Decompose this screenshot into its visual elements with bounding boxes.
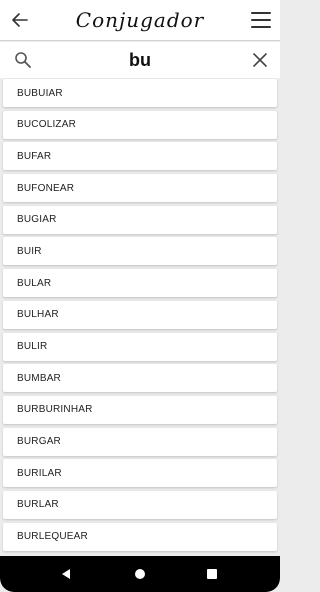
search-input[interactable] [40, 48, 240, 72]
verb-list-item[interactable]: BUMBAR [3, 364, 277, 393]
verb-list-item[interactable]: BURLAR [3, 490, 277, 519]
app-title: Conjugador [75, 8, 205, 32]
verb-list-item[interactable]: BULHAR [3, 300, 277, 329]
search-icon [15, 52, 31, 68]
verb-list-item[interactable]: BUIR [3, 237, 277, 266]
arrow-left-icon[interactable] [8, 8, 32, 32]
triangle-back-icon[interactable] [60, 568, 72, 580]
verb-list-item[interactable]: BURLEQUEAR [3, 522, 277, 551]
verb-list-item[interactable]: BULIR [3, 332, 277, 361]
verb-list-item[interactable]: BUGIAR [3, 205, 277, 234]
app-bar: Conjugador [0, 0, 280, 41]
verb-list-item[interactable]: BUBUIAR [3, 79, 277, 107]
square-recents-icon[interactable] [206, 568, 218, 580]
verb-list-item[interactable]: BUFAR [3, 142, 277, 171]
verb-list-item[interactable]: BURILAR [3, 459, 277, 488]
verb-list-item[interactable]: BURBURINHAR [3, 395, 277, 424]
circle-home-icon[interactable] [134, 568, 146, 580]
verb-list-item[interactable]: BULAR [3, 269, 277, 298]
search-bar [0, 42, 280, 78]
verb-list-item[interactable]: BUCOLIZAR [3, 110, 277, 139]
verb-list-item[interactable]: BURGAR [3, 427, 277, 456]
close-icon[interactable] [252, 52, 268, 68]
system-nav-bar [0, 556, 280, 592]
hamburger-menu-icon[interactable] [250, 10, 272, 30]
verb-list: BUBUIAR BUCOLIZAR BUFAR BUFONEAR BUGIAR … [3, 79, 277, 554]
verb-list-item[interactable]: BUFONEAR [3, 174, 277, 203]
